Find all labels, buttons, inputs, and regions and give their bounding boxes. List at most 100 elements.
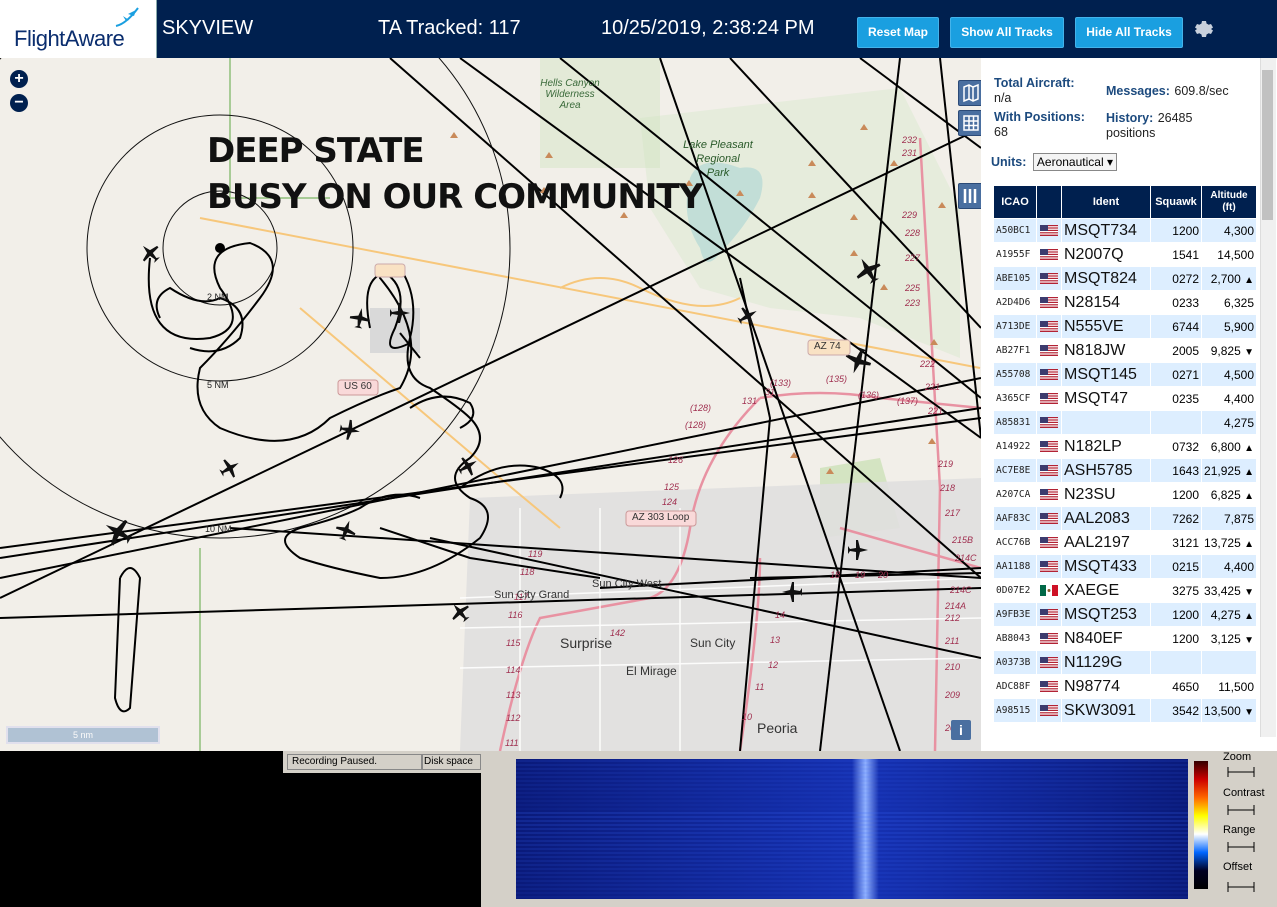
table-row[interactable]: ADC88F N98774 4650 11,500 (994, 675, 1256, 698)
squawk-cell: 3121 (1151, 531, 1201, 554)
table-row[interactable]: A85831 4,275 (994, 411, 1256, 434)
flag-usa-icon (1040, 681, 1058, 693)
ident-cell: N23SU (1062, 483, 1150, 506)
range-slider[interactable] (1227, 842, 1255, 852)
table-row[interactable]: A207CA N23SU 1200 6,825 ▲ (994, 483, 1256, 506)
history-stat: History: 26485 positions (1106, 111, 1193, 140)
table-row[interactable]: A0373B N1129G (994, 651, 1256, 674)
squawk-cell: 0271 (1151, 363, 1201, 386)
grid-toggle-button[interactable] (958, 110, 981, 136)
map-layer-button[interactable] (958, 80, 981, 106)
flag-cell (1037, 435, 1061, 458)
table-row[interactable]: 0D07E2 XAEGE 3275 33,425 ▼ (994, 579, 1256, 602)
ident-cell: XAEGE (1062, 579, 1150, 602)
overlay-line-2: BUSY ON OUR COMMUNITY (207, 177, 703, 217)
reset-map-button[interactable]: Reset Map (857, 17, 939, 48)
grid-icon (963, 115, 979, 131)
table-row[interactable]: ABE105 MSQT824 0272 2,700 ▲ (994, 267, 1256, 290)
altitude-trend: ▲ (1244, 274, 1254, 286)
aircraft-icon (105, 519, 133, 546)
icao-cell: A98515 (994, 699, 1036, 722)
table-row[interactable]: A55708 MSQT145 0271 4,500 (994, 363, 1256, 386)
waterfall-display[interactable] (516, 759, 1188, 899)
table-row[interactable]: A98515 SKW3091 3542 13,500 ▼ (994, 699, 1256, 722)
icao-cell: A50BC1 (994, 219, 1036, 242)
table-row[interactable]: A14922 N182LP 0732 6,800 ▲ (994, 435, 1256, 458)
label-sun-city-west: Sun City West (592, 578, 662, 590)
flag-cell (1037, 675, 1061, 698)
table-row[interactable]: AAF83C AAL2083 7262 7,875 (994, 507, 1256, 530)
gear-icon[interactable] (1192, 17, 1216, 41)
col-flag[interactable] (1037, 186, 1061, 218)
ident-cell: AAL2197 (1062, 531, 1150, 554)
flag-cell (1037, 291, 1061, 314)
label-peoria: Peoria (757, 720, 798, 736)
col-icao[interactable]: ICAO (994, 186, 1036, 218)
table-row[interactable]: AB27F1 N818JW 2005 9,825 ▼ (994, 339, 1256, 362)
table-row[interactable]: AC7E8E ASH5785 1643 21,925 ▲ (994, 459, 1256, 482)
squawk-cell: 6744 (1151, 315, 1201, 338)
col-squawk[interactable]: Squawk (1151, 186, 1201, 218)
ident-cell: N840EF (1062, 627, 1150, 650)
table-row[interactable]: AA1188 MSQT433 0215 4,400 (994, 555, 1256, 578)
label-surprise: Surprise (560, 635, 613, 651)
hide-all-tracks-button[interactable]: Hide All Tracks (1075, 17, 1183, 48)
label-us60: US 60 (344, 381, 372, 392)
altitude-cell: 9,825 ▼ (1202, 339, 1256, 362)
svg-text:126: 126 (668, 455, 683, 465)
table-row[interactable]: A1955F N2007Q 1541 14,500 (994, 243, 1256, 266)
flag-cell (1037, 579, 1061, 602)
col-ident[interactable]: Ident (1062, 186, 1150, 218)
col-altitude[interactable]: Altitude (ft) (1202, 186, 1256, 218)
table-row[interactable]: AB8043 N840EF 1200 3,125 ▼ (994, 627, 1256, 650)
ident-cell (1062, 411, 1150, 434)
altitude-trend: ▲ (1244, 442, 1254, 454)
altitude-cell: 11,500 (1202, 675, 1256, 698)
flag-usa-icon (1040, 297, 1058, 309)
svg-text:221: 221 (924, 382, 940, 392)
icao-cell: A207CA (994, 483, 1036, 506)
squawk-cell: 1541 (1151, 243, 1201, 266)
flag-cell (1037, 411, 1061, 434)
zoom-out-button[interactable]: − (10, 94, 28, 112)
svg-text:214C: 214C (949, 585, 972, 595)
column-toggle-button[interactable] (958, 183, 981, 209)
flag-cell (1037, 459, 1061, 482)
ident-cell: N98774 (1062, 675, 1150, 698)
flag-usa-icon (1040, 537, 1058, 549)
units-select[interactable]: Aeronautical ▾ (1032, 153, 1117, 171)
squawk-cell: 3275 (1151, 579, 1201, 602)
svg-text:14: 14 (775, 610, 785, 620)
flag-cell (1037, 651, 1061, 674)
contrast-slider[interactable] (1227, 805, 1255, 815)
map-icon (963, 83, 979, 103)
table-row[interactable]: A713DE N555VE 6744 5,900 (994, 315, 1256, 338)
svg-text:215B: 215B (951, 535, 973, 545)
zoom-slider[interactable] (1227, 767, 1255, 777)
icao-cell: A365CF (994, 387, 1036, 410)
flag-usa-icon (1040, 321, 1058, 333)
table-row[interactable]: ACC76B AAL2197 3121 13,725 ▲ (994, 531, 1256, 554)
flag-usa-icon (1040, 393, 1058, 405)
offset-slider[interactable] (1227, 882, 1255, 892)
svg-text:113: 113 (506, 690, 520, 700)
flag-cell (1037, 699, 1061, 722)
label-hells-canyon: Hells Canyon Wilderness Area (540, 78, 600, 111)
scale-bar: 5 nm (6, 726, 160, 744)
table-row[interactable]: A9FB3E MSQT253 1200 4,275 ▲ (994, 603, 1256, 626)
flightaware-logo[interactable]: FlightAware (0, 0, 157, 58)
altitude-cell: 7,875 (1202, 507, 1256, 530)
flag-usa-icon (1040, 225, 1058, 237)
svg-text:209: 209 (944, 690, 960, 700)
zoom-in-button[interactable]: + (10, 70, 28, 88)
squawk-cell: 1643 (1151, 459, 1201, 482)
table-row[interactable]: A50BC1 MSQT734 1200 4,300 (994, 219, 1256, 242)
sidebar-scroll-thumb[interactable] (1262, 70, 1273, 220)
show-all-tracks-button[interactable]: Show All Tracks (950, 17, 1064, 48)
map-view[interactable]: 232 231 229 228 227 225 223 222 221 221 219 218… (0, 58, 981, 751)
squawk-cell (1151, 411, 1201, 434)
table-row[interactable]: A2D4D6 N28154 0233 6,325 (994, 291, 1256, 314)
info-icon[interactable]: i (951, 720, 971, 740)
icao-cell: AB8043 (994, 627, 1036, 650)
table-row[interactable]: A365CF MSQT47 0235 4,400 (994, 387, 1256, 410)
